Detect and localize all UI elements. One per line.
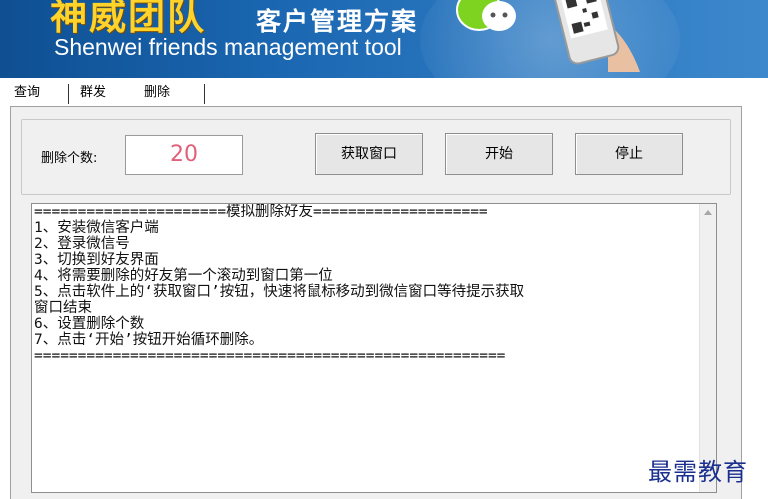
tab-delete[interactable]: 删除 <box>144 82 170 104</box>
delete-count-input[interactable]: 20 <box>125 135 243 175</box>
log-line: 3、切换到好友界面 <box>34 252 159 268</box>
banner-title-en: Shenwei friends management tool <box>54 34 402 60</box>
tab-broadcast[interactable]: 群发 <box>80 82 106 104</box>
log-line: ======================模拟删除好友============… <box>34 204 488 220</box>
tab-query[interactable]: 查询 <box>14 82 40 104</box>
stop-button[interactable]: 停止 <box>575 133 683 175</box>
watermark-text: 最需教育 <box>648 458 748 486</box>
wechat-logo-icon <box>456 0 516 31</box>
delete-count-label: 删除个数: <box>41 151 98 166</box>
log-line: 7、点击‘开始’按钮开始循环删除。 <box>34 332 264 348</box>
tab-divider <box>204 84 205 104</box>
log-line: 窗口结束 <box>34 300 92 316</box>
vertical-scrollbar[interactable] <box>699 204 716 492</box>
phone-qr-icon <box>552 0 640 72</box>
get-window-button[interactable]: 获取窗口 <box>315 133 423 175</box>
header-banner: 神威团队 客户管理方案 Shenwei friends management t… <box>0 0 768 78</box>
log-line: ========================================… <box>34 348 506 364</box>
banner-subtitle-cn: 客户管理方案 <box>256 7 419 36</box>
log-line: 1、安装微信客户端 <box>34 220 159 236</box>
log-line: 6、设置删除个数 <box>34 316 145 332</box>
log-line: 2、登录微信号 <box>34 236 130 252</box>
tab-bar: 查询 群发 删除 <box>0 78 768 108</box>
log-line: 4、将需要删除的好友第一个滚动到窗口第一位 <box>34 268 333 284</box>
start-button[interactable]: 开始 <box>445 133 553 175</box>
delete-panel: 删除个数: 20 获取窗口 开始 停止 ====================… <box>10 106 742 499</box>
instructions-textarea[interactable]: ======================模拟删除好友============… <box>31 203 717 493</box>
tab-divider <box>68 84 69 104</box>
scroll-up-arrow-icon[interactable] <box>704 210 712 215</box>
log-line: 5、点击软件上的‘获取窗口’按钮，快速将鼠标移动到微信窗口等待提示获取 <box>34 284 525 300</box>
